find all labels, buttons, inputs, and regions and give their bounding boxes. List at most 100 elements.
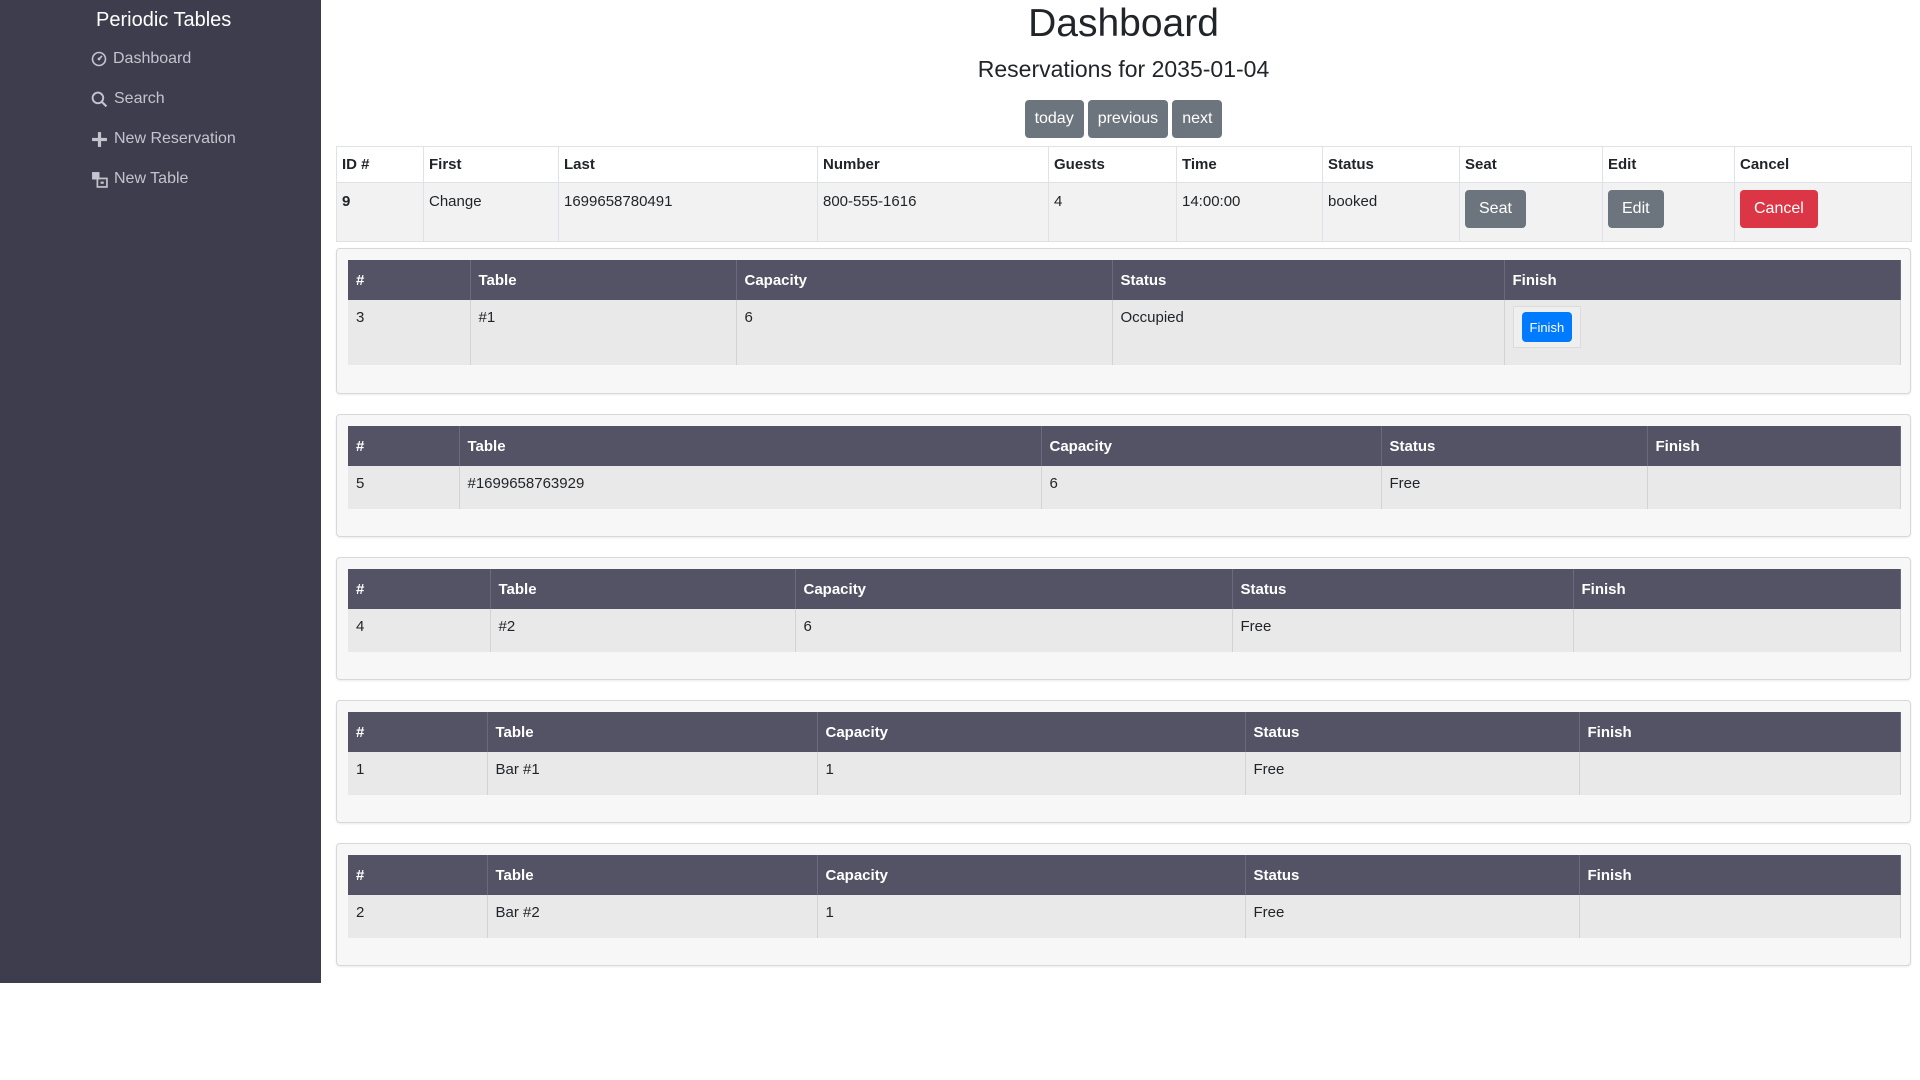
page-subtitle: Reservations for 2035-01-04 [977, 56, 1270, 82]
column-header: Status [1245, 855, 1580, 895]
cancel-cell: Cancel [1734, 182, 1912, 242]
table-status: Free [1245, 895, 1580, 938]
page-title: Dashboard [1028, 2, 1219, 45]
cancel-button[interactable]: Cancel [1740, 190, 1818, 228]
column-header: Capacity [1041, 426, 1382, 466]
finish-cell [1573, 609, 1901, 652]
today-button[interactable]: today [1024, 100, 1084, 138]
table-card: # Table Capacity Status Finish 1 Bar #1 … [336, 700, 1911, 823]
seat-cell: Seat [1459, 182, 1603, 242]
table-status: Free [1381, 466, 1648, 509]
table-capacity: 6 [795, 609, 1233, 652]
table-id: 5 [348, 466, 460, 509]
table-capacity: 1 [817, 752, 1246, 795]
table-card: # Table Capacity Status Finish 4 #2 6 Fr… [336, 557, 1911, 680]
table-header-row: # Table Capacity Status Finish [348, 426, 1901, 466]
table-name: Bar #2 [487, 895, 818, 938]
column-header: Finish [1579, 712, 1901, 752]
table-id: 3 [348, 300, 471, 365]
column-header: Table [487, 855, 818, 895]
table-name: Bar #1 [487, 752, 818, 795]
reservation-status: booked [1322, 182, 1460, 242]
column-header: Cancel [1734, 146, 1912, 183]
finish-cell [1579, 895, 1901, 938]
column-header: Status [1322, 146, 1460, 183]
column-header: # [348, 712, 488, 752]
column-header: Finish [1504, 260, 1901, 300]
column-header: Guests [1048, 146, 1177, 183]
table-capacity: 6 [736, 300, 1113, 365]
sidebar-item-new-reservation[interactable]: New Reservation [91, 130, 236, 148]
table-id: 1 [348, 752, 488, 795]
sidebar-item-label: Dashboard [113, 50, 192, 67]
column-header: Edit [1602, 146, 1735, 183]
column-header: Capacity [817, 712, 1246, 752]
column-header: Number [817, 146, 1049, 183]
reservation-guests: 4 [1048, 182, 1177, 242]
reservation-last: 1699658780491 [558, 182, 818, 242]
table-row: 2 Bar #2 1 Free [348, 895, 1901, 938]
reservations-header-row: ID # First Last Number Guests Time Statu… [336, 146, 1912, 183]
table-status: Occupied [1112, 300, 1505, 365]
date-navigation: today previous next [336, 100, 1911, 138]
table-capacity: 1 [817, 895, 1246, 938]
table-row: 3 #1 6 Occupied Finish [348, 300, 1901, 365]
finish-cell [1647, 466, 1901, 509]
column-header: Status [1245, 712, 1580, 752]
table-header-row: # Table Capacity Status Finish [348, 855, 1901, 895]
previous-button[interactable]: previous [1087, 100, 1169, 138]
finish-button-wrapper: Finish [1512, 306, 1582, 348]
column-header: # [348, 569, 491, 609]
table-header-row: # Table Capacity Status Finish [348, 260, 1901, 300]
column-header: Table [490, 569, 796, 609]
table-card: # Table Capacity Status Finish 5 #169965… [336, 414, 1911, 537]
table-card: # Table Capacity Status Finish 3 #1 6 Oc… [336, 248, 1911, 394]
column-header: Seat [1459, 146, 1603, 183]
brand-title[interactable]: Periodic Tables [96, 9, 231, 32]
column-header: # [348, 260, 471, 300]
sidebar-item-new-table[interactable]: New Table [91, 170, 188, 188]
table-row: 5 #1699658763929 6 Free [348, 466, 1901, 509]
table-row: 1 Bar #1 1 Free [348, 752, 1901, 795]
column-header: Last [558, 146, 818, 183]
reservation-id: 9 [336, 182, 424, 242]
column-header: Table [459, 426, 1042, 466]
sidebar-item-dashboard[interactable]: Dashboard [91, 50, 191, 68]
sidebar-item-label: New Table [114, 170, 189, 187]
column-header: Status [1381, 426, 1648, 466]
search-icon [91, 91, 108, 108]
table-name: #2 [490, 609, 796, 652]
table-capacity: 6 [1041, 466, 1382, 509]
finish-button[interactable]: Finish [1521, 312, 1573, 342]
sidebar: Periodic Tables Dashboard Search New Res… [0, 0, 321, 983]
column-header: # [348, 855, 488, 895]
sidebar-item-search[interactable]: Search [91, 90, 165, 108]
column-header: # [348, 426, 460, 466]
column-header: ID # [336, 146, 424, 183]
plus-icon [91, 131, 108, 148]
table-details: # Table Capacity Status Finish 1 Bar #1 … [348, 712, 1901, 795]
column-header: Finish [1579, 855, 1901, 895]
column-header: Status [1112, 260, 1505, 300]
seat-button[interactable]: Seat [1465, 190, 1526, 228]
edit-button[interactable]: Edit [1608, 190, 1664, 228]
table-details: # Table Capacity Status Finish 5 #169965… [348, 426, 1901, 509]
table-status: Free [1232, 609, 1574, 652]
table-row: 4 #2 6 Free [348, 609, 1901, 652]
column-header: Time [1176, 146, 1323, 183]
column-header: Capacity [817, 855, 1246, 895]
table-id: 4 [348, 609, 491, 652]
table-header-row: # Table Capacity Status Finish [348, 569, 1901, 609]
table-id: 2 [348, 895, 488, 938]
column-header: Status [1232, 569, 1574, 609]
reservation-time: 14:00:00 [1176, 182, 1323, 242]
column-header: Capacity [736, 260, 1113, 300]
finish-cell: Finish [1504, 300, 1901, 365]
table-status: Free [1245, 752, 1580, 795]
column-header: Finish [1647, 426, 1901, 466]
column-header: Finish [1573, 569, 1901, 609]
next-button[interactable]: next [1172, 100, 1223, 138]
column-header: Table [487, 712, 818, 752]
column-header: Capacity [795, 569, 1233, 609]
table-row: 9 Change 1699658780491 800-555-1616 4 14… [336, 182, 1912, 242]
